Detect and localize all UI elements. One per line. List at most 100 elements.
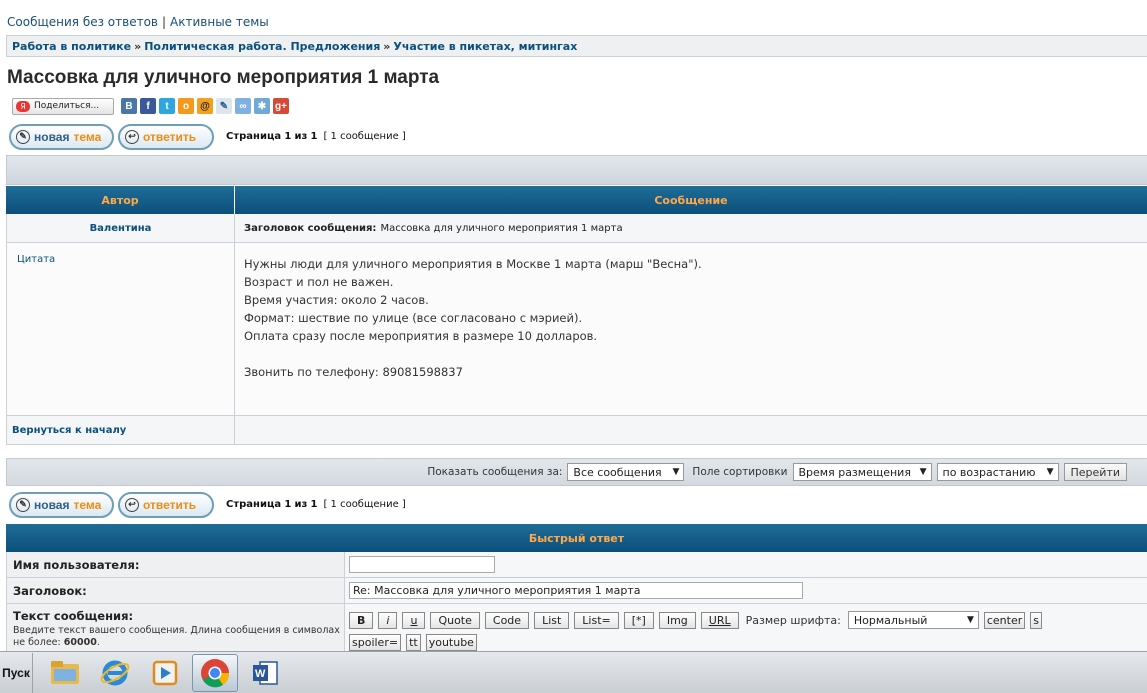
internet-explorer-icon[interactable] — [92, 654, 138, 692]
action-bar-bottom: ✎ новая тема ↩ ответить Страница 1 из 1 [ … — [9, 491, 406, 518]
pagination-prefix: Страница — [226, 499, 282, 510]
new-topic-button[interactable]: ✎ новая тема — [9, 123, 114, 150]
post-body-line: Формат: шествие по улице (все согласован… — [244, 311, 583, 325]
unanswered-link[interactable]: Сообщения без ответов — [7, 15, 158, 29]
breadcrumb-separator: » — [134, 40, 142, 53]
post-body-line: Звонить по телефону: 89081598837 — [244, 365, 463, 379]
share-bar: Я Поделиться... B f t o @ ✎ ∞ ✱ g+ — [12, 97, 289, 115]
spoiler-button[interactable]: spoiler= — [349, 634, 402, 651]
list-button[interactable]: List — [534, 611, 570, 629]
subject-label: Заголовок: — [6, 578, 345, 603]
post-count: [ 1 сообщение ] — [323, 499, 406, 510]
post-body-line: Время участия: около 2 часов. — [244, 293, 429, 307]
pagination-total: 1 — [310, 499, 318, 510]
pagination-of: из — [294, 131, 308, 142]
chrome-icon[interactable] — [192, 653, 238, 692]
odnoklassniki-icon[interactable]: o — [178, 98, 194, 114]
liveinternet-icon[interactable]: ✱ — [254, 98, 270, 114]
url-button[interactable]: URL — [700, 611, 739, 629]
ordered-list-button[interactable]: List= — [574, 611, 619, 629]
new-topic-button[interactable]: ✎ новая тема — [9, 491, 114, 518]
page-title[interactable]: Массовка для уличного мероприятия 1 март… — [7, 67, 439, 89]
post-header-row: Валентина Заголовок сообщения: Массовка д… — [6, 214, 1147, 243]
quote-link[interactable]: Цитата — [17, 254, 55, 265]
pagination-total: 1 — [310, 131, 318, 142]
post-body-row: Цитата Нужны люди для уличного мероприят… — [6, 243, 1147, 416]
reply-button[interactable]: ↩ ответить — [118, 491, 214, 518]
teletype-button[interactable]: tt — [406, 634, 421, 651]
googleplus-icon[interactable]: g+ — [273, 98, 289, 114]
reply-label: ответить — [143, 497, 197, 512]
twitter-icon[interactable]: t — [159, 98, 175, 114]
moikrug-icon[interactable]: ∞ — [235, 98, 251, 114]
reply-button[interactable]: ↩ ответить — [118, 123, 214, 150]
message-hint-text: Введите текст вашего сообщения. Длина со… — [13, 625, 340, 648]
topic-header-bar — [6, 155, 1147, 185]
livejournal-icon[interactable]: ✎ — [216, 98, 232, 114]
share-button[interactable]: Я Поделиться... — [12, 97, 114, 115]
facebook-icon[interactable]: f — [140, 98, 156, 114]
show-posts-value: Все сообщения — [573, 465, 662, 479]
chevron-down-icon: ▼ — [1046, 467, 1054, 477]
underline-button[interactable]: u — [402, 611, 426, 629]
word-icon[interactable]: W — [242, 654, 288, 692]
post-footer-row: Вернуться к началу — [6, 416, 1147, 445]
column-message: Сообщение — [654, 193, 728, 207]
pagination-info: Страница 1 из 1 [ 1 сообщение ] — [226, 131, 406, 142]
reply-label: ответить — [143, 129, 197, 144]
sort-field-select[interactable]: Время размещения ▼ — [792, 463, 932, 481]
bbcode-toolbar: B i u Quote Code List List= [*] Img URL … — [349, 604, 1049, 651]
sort-order-select[interactable]: по возрастанию ▼ — [936, 463, 1059, 481]
vkontakte-icon[interactable]: B — [121, 98, 137, 114]
new-topic-label-a: новая — [34, 129, 70, 144]
breadcrumb: Работа в политике» Политическая работа. П… — [6, 35, 1147, 57]
quote-button[interactable]: Quote — [430, 611, 480, 629]
pagination-current: 1 — [284, 499, 292, 510]
file-explorer-icon[interactable] — [42, 654, 88, 692]
code-button[interactable]: Code — [484, 611, 530, 629]
yandex-icon: Я — [16, 100, 30, 112]
pagination-current: 1 — [284, 131, 292, 142]
active-topics-link[interactable]: Активные темы — [170, 15, 269, 29]
username-field[interactable] — [349, 556, 495, 573]
post-subject-label: Заголовок сообщения: — [244, 222, 377, 234]
message-hint: Введите текст вашего сообщения. Длина со… — [13, 625, 340, 648]
svg-text:W: W — [255, 668, 266, 680]
center-button[interactable]: center — [983, 611, 1026, 629]
back-to-top-link[interactable]: Вернуться к началу — [6, 416, 235, 444]
username-row: Имя пользователя: — [6, 552, 1147, 578]
post-subject-text: Массовка для уличного мероприятия 1 март… — [380, 222, 623, 234]
post-author[interactable]: Валентина — [6, 214, 235, 242]
media-player-icon[interactable] — [142, 654, 188, 692]
font-size-select[interactable]: Нормальный ▼ — [847, 611, 979, 629]
list-item-button[interactable]: [*] — [623, 611, 654, 629]
show-posts-select[interactable]: Все сообщения ▼ — [567, 463, 685, 481]
sort-field-label: Поле сортировки — [692, 466, 788, 478]
bold-button[interactable]: B — [349, 611, 374, 629]
action-bar-top: ✎ новая тема ↩ ответить Страница 1 из 1 [ … — [9, 123, 406, 150]
top-links-separator: | — [162, 15, 167, 29]
youtube-button[interactable]: youtube — [425, 634, 477, 651]
pagination-of: из — [294, 499, 308, 510]
sort-order-value: по возрастанию — [942, 465, 1036, 479]
mailru-icon[interactable]: @ — [197, 98, 213, 114]
breadcrumb-item[interactable]: Участие в пикетах, митингах — [393, 40, 577, 53]
reply-icon: ↩ — [125, 497, 139, 512]
reply-icon: ↩ — [125, 129, 139, 144]
subject-field[interactable]: Re: Массовка для уличного мероприятия 1 … — [349, 582, 803, 599]
image-button[interactable]: Img — [658, 611, 696, 629]
posts-table-header: Автор Сообщение — [6, 186, 1147, 214]
font-size-value: Нормальный — [853, 613, 928, 627]
post-body-line — [244, 345, 1147, 363]
go-button[interactable]: Перейти — [1063, 463, 1127, 481]
italic-button[interactable]: i — [378, 611, 398, 629]
sort-field-value: Время размещения — [798, 465, 911, 479]
message-row: Текст сообщения: Введите текст вашего со… — [6, 604, 1147, 654]
strike-button[interactable]: s — [1030, 611, 1042, 629]
post-body: Нужны люди для уличного мероприятия в Мо… — [235, 243, 1147, 415]
chevron-down-icon: ▼ — [966, 615, 974, 625]
start-button[interactable]: Пуск — [0, 652, 33, 693]
breadcrumb-item[interactable]: Политическая работа. Предложения — [144, 40, 380, 53]
new-topic-label-a: новая — [34, 497, 70, 512]
breadcrumb-item[interactable]: Работа в политике — [12, 40, 131, 53]
